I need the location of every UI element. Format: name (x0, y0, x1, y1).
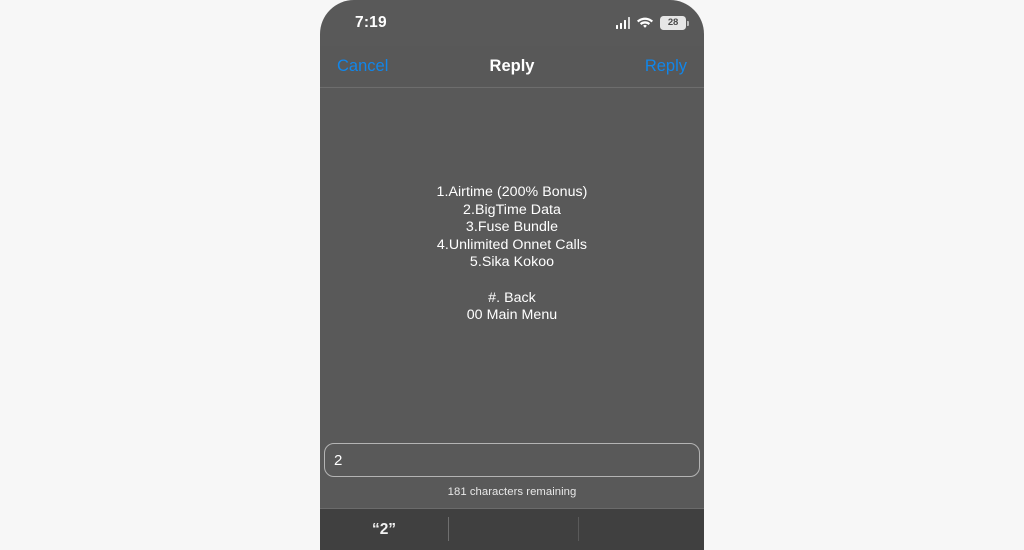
suggestion-divider (448, 517, 449, 541)
ussd-message-text: 1.Airtime (200% Bonus) 2.BigTime Data 3.… (436, 184, 588, 324)
battery-level-label: 28 (667, 17, 679, 29)
cancel-button[interactable]: Cancel (337, 55, 388, 78)
phone-screen: 7:19 28 Cancel Reply Reply 1.Airtime (20… (320, 0, 704, 550)
reply-button[interactable]: Reply (645, 55, 687, 78)
wifi-icon (637, 17, 653, 29)
suggestion-item[interactable]: “2” (320, 509, 448, 550)
keyboard-suggestion-bar: “2” (320, 508, 704, 550)
status-bar-icons: 28 (615, 16, 689, 30)
reply-input[interactable] (324, 443, 700, 477)
suggestion-item[interactable] (448, 509, 576, 550)
ussd-message-area: 1.Airtime (200% Bonus) 2.BigTime Data 3.… (320, 86, 704, 443)
battery-icon: 28 (660, 16, 689, 30)
status-bar: 7:19 28 (320, 0, 704, 46)
status-bar-time: 7:19 (355, 14, 387, 31)
nav-bar: Cancel Reply Reply (320, 46, 704, 88)
signal-bars-icon (615, 17, 630, 29)
suggestion-divider (578, 517, 579, 541)
suggestion-item[interactable] (576, 509, 704, 550)
character-counter: 181 characters remaining (447, 486, 577, 498)
reply-input-area: 181 characters remaining (320, 443, 704, 508)
